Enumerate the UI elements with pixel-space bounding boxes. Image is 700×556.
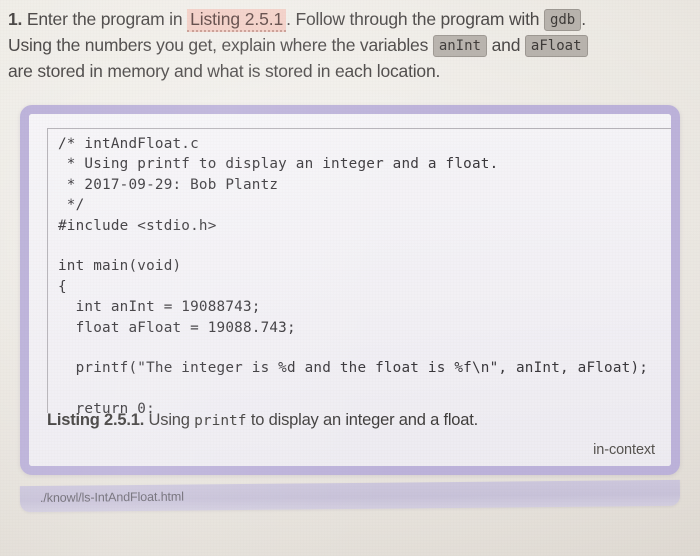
question-line-1: 1. Enter the program in Listing 2.5.1. F… (8, 6, 694, 32)
inline-code-afloat: aFloat (524, 35, 588, 57)
question-line-3: are stored in memory and what is stored … (8, 61, 441, 81)
exercise-question: 1. Enter the program in Listing 2.5.1. F… (8, 6, 694, 84)
status-bar-url: ./knowl/ls-IntAndFloat.html (39, 489, 184, 505)
question-text-2b: and (491, 35, 521, 55)
in-context-link[interactable]: in-context (593, 442, 655, 458)
caption-label: Listing 2.5.1. (47, 411, 145, 429)
question-text-2a: Using the numbers you get, explain where… (8, 35, 429, 55)
inline-code-anint: anInt (432, 35, 487, 57)
question-text-1a: Enter the program in (26, 9, 183, 29)
source-code: /* intAndFloat.c * Using printf to displ… (58, 136, 649, 413)
listing-caption: Listing 2.5.1. Using printf to display a… (47, 411, 657, 430)
inline-code-gdb: gdb (543, 9, 582, 31)
caption-text-b: to display an integer and a float. (250, 411, 479, 429)
listing-inner-panel: /* intAndFloat.c * Using printf to displ… (29, 114, 671, 466)
question-text-1c: . (581, 9, 586, 29)
code-block: /* intAndFloat.c * Using printf to displ… (47, 128, 671, 413)
question-number: 1. (8, 9, 23, 29)
caption-inline-code-printf: printf (194, 413, 247, 429)
caption-text-a: Using (148, 411, 190, 429)
question-text-1b: . Follow through the program with (286, 9, 540, 29)
listing-cross-reference-link[interactable]: Listing 2.5.1 (187, 9, 287, 32)
listing-container: /* intAndFloat.c * Using printf to displ… (20, 105, 680, 475)
question-line-2: Using the numbers you get, explain where… (8, 32, 694, 58)
